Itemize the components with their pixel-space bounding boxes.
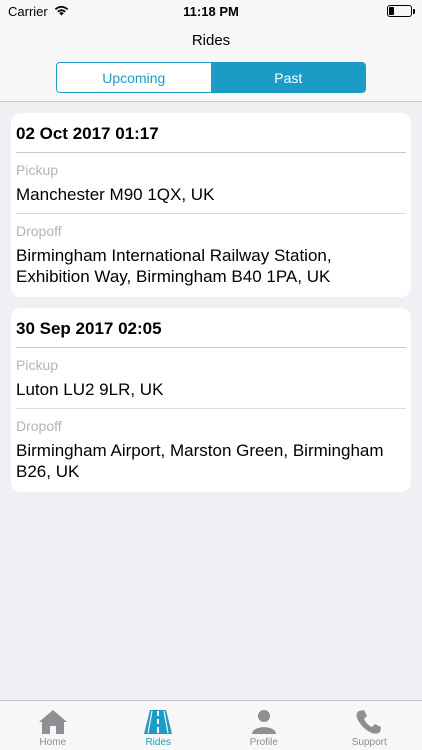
nav-bar: Rides Upcoming Past <box>0 22 422 102</box>
tab-profile[interactable]: Profile <box>211 701 317 750</box>
tab-support-label: Support <box>351 737 387 748</box>
dropoff-address: Birmingham International Railway Station… <box>16 246 332 286</box>
phone-icon <box>354 709 384 735</box>
ride-date: 30 Sep 2017 02:05 <box>16 308 406 348</box>
person-icon <box>249 709 279 735</box>
tab-home-label: Home <box>39 737 67 748</box>
pickup-label: Pickup <box>16 357 59 373</box>
rides-segmented-control: Upcoming Past <box>56 62 366 93</box>
tab-support[interactable]: Support <box>317 701 422 750</box>
home-icon <box>38 709 68 735</box>
ride-card[interactable]: 02 Oct 2017 01:17 Pickup Manchester M90 … <box>11 113 411 297</box>
pickup-address: Luton LU2 9LR, UK <box>16 380 164 399</box>
ride-card[interactable]: 30 Sep 2017 02:05 Pickup Luton LU2 9LR, … <box>11 308 411 492</box>
pickup-section: Pickup Manchester M90 1QX, UK <box>16 153 406 214</box>
page-title: Rides <box>191 32 231 49</box>
tab-rides-label: Rides <box>145 737 172 748</box>
dropoff-label: Dropoff <box>16 418 62 434</box>
dropoff-section: Dropoff Birmingham Airport, Marston Gree… <box>16 409 406 492</box>
battery-icon <box>387 5 415 17</box>
pickup-address: Manchester M90 1QX, UK <box>16 185 215 204</box>
tab-profile-label: Profile <box>249 737 278 748</box>
dropoff-label: Dropoff <box>16 223 62 239</box>
tab-home[interactable]: Home <box>0 701 106 750</box>
pickup-section: Pickup Luton LU2 9LR, UK <box>16 348 406 409</box>
tab-rides[interactable]: Rides <box>106 701 212 750</box>
rides-list: 02 Oct 2017 01:17 Pickup Manchester M90 … <box>11 113 411 503</box>
ride-date: 02 Oct 2017 01:17 <box>16 113 406 153</box>
status-time: 11:18 PM <box>183 4 239 19</box>
segment-upcoming[interactable]: Upcoming <box>57 63 211 92</box>
battery-fill <box>389 7 394 15</box>
pickup-label: Pickup <box>16 162 59 178</box>
status-bar: Carrier 11:18 PM <box>0 0 422 22</box>
segment-past[interactable]: Past <box>210 63 365 92</box>
dropoff-address: Birmingham Airport, Marston Green, Birmi… <box>16 441 384 481</box>
dropoff-section: Dropoff Birmingham International Railway… <box>16 214 406 297</box>
road-icon <box>143 709 173 735</box>
tab-bar: Home Rides Profile Support <box>0 700 422 750</box>
